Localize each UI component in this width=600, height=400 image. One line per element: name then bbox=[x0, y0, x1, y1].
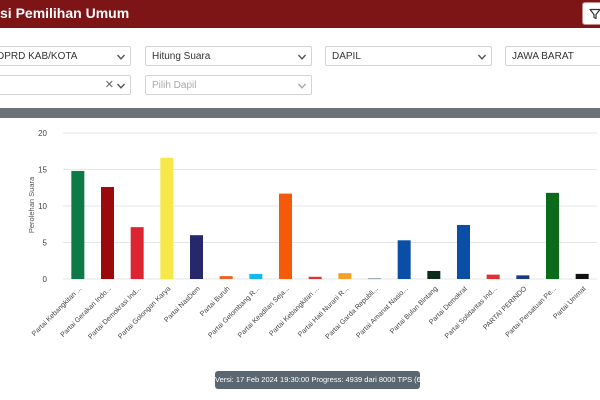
mode-select-value: Hitung Suara bbox=[152, 51, 211, 62]
bar[interactable] bbox=[71, 170, 85, 279]
x-tick-label: Partai Demokrasi Ind... bbox=[87, 285, 142, 340]
x-tick-label: Partai Golongan Karya bbox=[117, 285, 172, 340]
bar[interactable] bbox=[397, 240, 411, 279]
vote-chart: 0 5 10 15 20 Perolehan Suara Partai Kebangki… bbox=[0, 118, 600, 368]
y-tick-label: 20 bbox=[38, 129, 47, 138]
x-tick-label: Partai Gelombang R... bbox=[207, 285, 261, 339]
bar[interactable] bbox=[575, 273, 589, 279]
dapil-select-placeholder: Pilih Dapil bbox=[152, 80, 197, 91]
bar[interactable] bbox=[516, 275, 530, 279]
section-divider bbox=[0, 108, 600, 118]
x-tick-label: Partai Buruh bbox=[199, 285, 232, 318]
level-select-value: DPRD KAB/KOTA bbox=[0, 51, 78, 62]
bar[interactable] bbox=[457, 224, 470, 279]
bar[interactable] bbox=[338, 273, 352, 279]
y-tick-label: 10 bbox=[38, 202, 47, 211]
bar[interactable] bbox=[368, 278, 381, 280]
status-tooltip: Versi: 17 Feb 2024 19:30:00 Progress: 49… bbox=[215, 371, 445, 389]
bar[interactable] bbox=[427, 270, 441, 279]
x-tick-label: Partai Kebangkitan ... bbox=[268, 285, 320, 337]
bar[interactable] bbox=[190, 235, 203, 279]
province-select-value: JAWA BARAT bbox=[512, 51, 574, 62]
chevron-down-icon bbox=[297, 83, 307, 89]
bar[interactable] bbox=[130, 227, 144, 279]
bar[interactable] bbox=[101, 187, 114, 279]
y-axis-label: Perolehan Suara bbox=[27, 176, 36, 233]
filter-icon bbox=[589, 8, 600, 20]
bar[interactable] bbox=[249, 273, 263, 279]
bar[interactable] bbox=[219, 276, 233, 279]
bar[interactable] bbox=[546, 192, 559, 279]
dapil-type-select-value: DAPIL bbox=[332, 51, 361, 62]
mode-select[interactable]: Hitung Suara bbox=[145, 46, 312, 66]
x-tick-label: Partai Gerakan Indo... bbox=[60, 285, 113, 338]
y-tick-label: 5 bbox=[43, 239, 48, 248]
bar[interactable] bbox=[279, 193, 292, 279]
chevron-down-icon bbox=[116, 54, 126, 60]
page-title: si Pemilihan Umum bbox=[0, 5, 130, 21]
x-tick-label: Partai Hati Nurani R... bbox=[297, 285, 350, 338]
level-select[interactable]: DPRD KAB/KOTA bbox=[0, 46, 131, 66]
dapil-select[interactable]: Pilih Dapil bbox=[145, 75, 312, 95]
bar-chart: 0 5 10 15 20 Perolehan Suara Partai Kebangki… bbox=[27, 129, 597, 341]
bar[interactable] bbox=[486, 274, 500, 279]
x-tick-label: Partai Garda Republi... bbox=[325, 285, 380, 340]
province-select[interactable]: JAWA BARAT bbox=[505, 46, 600, 66]
x-tick-label: Partai Amanat Nasio... bbox=[355, 285, 409, 339]
bar[interactable] bbox=[160, 157, 174, 279]
bar[interactable] bbox=[308, 276, 322, 279]
chevron-down-icon bbox=[477, 54, 487, 60]
x-tick-label: Partai Keadilan Seja... bbox=[237, 285, 291, 339]
clear-icon[interactable]: ✕ bbox=[105, 78, 114, 91]
chevron-down-icon bbox=[297, 54, 307, 60]
x-tick-label: Partai Persatuan Pe... bbox=[505, 285, 558, 338]
y-tick-label: 15 bbox=[38, 166, 47, 175]
region-select[interactable]: ✕ bbox=[0, 75, 131, 95]
x-tick-label: Partai Ummat bbox=[552, 285, 587, 320]
chevron-down-icon bbox=[116, 83, 126, 89]
x-tick-label: Partai Kebangkitan ... bbox=[31, 285, 83, 337]
x-tick-label: Partai Solidaritas Ind... bbox=[444, 285, 499, 340]
app-header: si Pemilihan Umum bbox=[0, 0, 600, 28]
filter-button[interactable] bbox=[582, 2, 600, 25]
y-tick-label: 0 bbox=[43, 275, 48, 284]
dapil-type-select[interactable]: DAPIL bbox=[325, 46, 492, 66]
